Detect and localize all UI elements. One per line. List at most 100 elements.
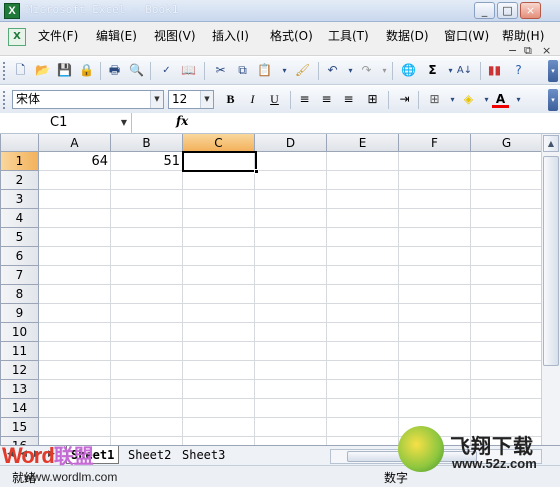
- menu-insert[interactable]: 插入(I): [212, 27, 249, 44]
- doc-restore-icon[interactable]: ⧉: [524, 44, 532, 58]
- row-header[interactable]: 3: [1, 190, 39, 209]
- doc-close-icon[interactable]: ×: [542, 44, 551, 57]
- column-header-b[interactable]: B: [111, 134, 183, 152]
- permission-icon[interactable]: 🔒: [78, 62, 95, 79]
- redo-icon[interactable]: ↷: [358, 62, 375, 79]
- toolbar-options-icon[interactable]: ▾: [548, 60, 558, 82]
- column-header-a[interactable]: A: [39, 134, 111, 152]
- menu-help[interactable]: 帮助(H): [502, 27, 544, 44]
- cell-b1[interactable]: 51: [111, 152, 183, 171]
- toolbar-grip[interactable]: [3, 91, 6, 109]
- column-header-d[interactable]: D: [255, 134, 327, 152]
- font-name-select[interactable]: 宋体 ▼: [12, 90, 164, 109]
- row-header[interactable]: 13: [1, 380, 39, 399]
- undo-icon[interactable]: ↶: [324, 62, 341, 79]
- merge-center-icon[interactable]: ⊞: [364, 91, 381, 108]
- print-icon[interactable]: 🖶: [106, 62, 123, 79]
- column-header-c[interactable]: C: [183, 134, 255, 152]
- spelling-icon[interactable]: ✓: [158, 62, 175, 79]
- column-header-e[interactable]: E: [327, 134, 399, 152]
- excel-app-icon[interactable]: X: [4, 3, 20, 19]
- menu-format[interactable]: 格式(O): [270, 27, 313, 44]
- row-header[interactable]: 4: [1, 209, 39, 228]
- row-header[interactable]: 8: [1, 285, 39, 304]
- sheet-tab-2[interactable]: Sheet2: [124, 446, 175, 464]
- print-preview-icon[interactable]: 🔍: [128, 62, 145, 79]
- menu-tools[interactable]: 工具(T): [328, 27, 369, 44]
- vertical-scrollbar[interactable]: ▲: [541, 134, 560, 452]
- toolbar-options-icon[interactable]: ▾: [548, 89, 558, 111]
- align-right-icon[interactable]: ≡: [340, 91, 357, 108]
- new-icon[interactable]: 🗋: [12, 62, 29, 79]
- insert-function-icon[interactable]: fx: [176, 114, 188, 128]
- research-icon[interactable]: 📖: [180, 62, 197, 79]
- scroll-thumb[interactable]: [543, 156, 559, 366]
- row-header[interactable]: 11: [1, 342, 39, 361]
- italic-button[interactable]: I: [244, 91, 261, 108]
- help-icon[interactable]: ?: [510, 62, 527, 79]
- workbook-icon[interactable]: X: [8, 28, 26, 46]
- chevron-down-icon[interactable]: ▼: [150, 91, 163, 108]
- font-color-dropdown-icon[interactable]: ▾: [510, 91, 527, 108]
- chevron-down-icon[interactable]: ▼: [200, 91, 213, 108]
- underline-button[interactable]: U: [266, 91, 283, 108]
- paste-dropdown-icon[interactable]: ▾: [276, 62, 293, 79]
- paste-icon[interactable]: 📋: [256, 62, 273, 79]
- borders-dropdown-icon[interactable]: ▾: [444, 91, 461, 108]
- open-icon[interactable]: 📂: [34, 62, 51, 79]
- redo-dropdown-icon[interactable]: ▾: [376, 62, 393, 79]
- chevron-down-icon[interactable]: ▼: [121, 113, 127, 133]
- name-box[interactable]: C1 ▼: [4, 113, 132, 133]
- cell-area[interactable]: [39, 152, 541, 464]
- save-icon[interactable]: 💾: [56, 62, 73, 79]
- sheet-tab-3[interactable]: Sheet3: [178, 446, 229, 464]
- toolbar-grip[interactable]: [3, 62, 6, 80]
- row-header[interactable]: 1: [1, 152, 39, 171]
- standard-toolbar: 🗋 📂 💾 🔒 🖶 🔍 ✓ 📖 ✂ ⧉ 📋 ▾ 🖌 ↶ ▾ ↷ ▾ 🌐 Σ ▾ …: [0, 57, 560, 85]
- indent-icon[interactable]: ⇥: [396, 91, 413, 108]
- menu-window[interactable]: 窗口(W): [444, 27, 489, 44]
- minimize-button[interactable]: _: [474, 2, 495, 19]
- fill-handle[interactable]: [254, 169, 259, 174]
- formula-input[interactable]: [192, 113, 560, 133]
- cell-a1[interactable]: 64: [39, 152, 111, 171]
- scroll-up-icon[interactable]: ▲: [543, 135, 559, 152]
- menu-edit[interactable]: 编辑(E): [96, 27, 137, 44]
- align-left-icon[interactable]: ≡: [296, 91, 313, 108]
- row-header[interactable]: 5: [1, 228, 39, 247]
- row-header[interactable]: 15: [1, 418, 39, 437]
- align-center-icon[interactable]: ≡: [318, 91, 335, 108]
- doc-minimize-icon[interactable]: −: [508, 44, 517, 57]
- format-painter-icon[interactable]: 🖌: [294, 62, 311, 79]
- select-all-corner[interactable]: [1, 134, 39, 152]
- hyperlink-icon[interactable]: 🌐: [400, 62, 417, 79]
- menu-view[interactable]: 视图(V): [154, 27, 196, 44]
- active-cell-c1[interactable]: [182, 151, 259, 174]
- autosum-icon[interactable]: Σ: [424, 62, 441, 79]
- borders-icon[interactable]: ⊞: [426, 91, 443, 108]
- close-button[interactable]: ×: [520, 2, 541, 19]
- row-header[interactable]: 6: [1, 247, 39, 266]
- row-header[interactable]: 10: [1, 323, 39, 342]
- restore-button[interactable]: □: [497, 2, 518, 19]
- bold-button[interactable]: B: [222, 91, 239, 108]
- window-title: Microsoft Excel - Book1: [26, 3, 179, 16]
- chart-wizard-icon[interactable]: ▮▮: [486, 62, 503, 79]
- undo-dropdown-icon[interactable]: ▾: [342, 62, 359, 79]
- font-color-button[interactable]: A: [492, 91, 509, 108]
- row-header[interactable]: 12: [1, 361, 39, 380]
- row-header[interactable]: 7: [1, 266, 39, 285]
- row-header[interactable]: 9: [1, 304, 39, 323]
- column-header-g[interactable]: G: [471, 134, 541, 152]
- font-name-value: 宋体: [16, 92, 41, 106]
- column-header-f[interactable]: F: [399, 134, 471, 152]
- menu-file[interactable]: 文件(F): [38, 27, 78, 44]
- font-size-select[interactable]: 12 ▼: [168, 90, 214, 109]
- fill-color-icon[interactable]: ◈: [460, 91, 477, 108]
- row-header[interactable]: 14: [1, 399, 39, 418]
- sort-icon[interactable]: A↓: [456, 62, 473, 79]
- menu-data[interactable]: 数据(D): [386, 27, 429, 44]
- cut-icon[interactable]: ✂: [212, 62, 229, 79]
- row-header[interactable]: 2: [1, 171, 39, 190]
- copy-icon[interactable]: ⧉: [234, 62, 251, 79]
